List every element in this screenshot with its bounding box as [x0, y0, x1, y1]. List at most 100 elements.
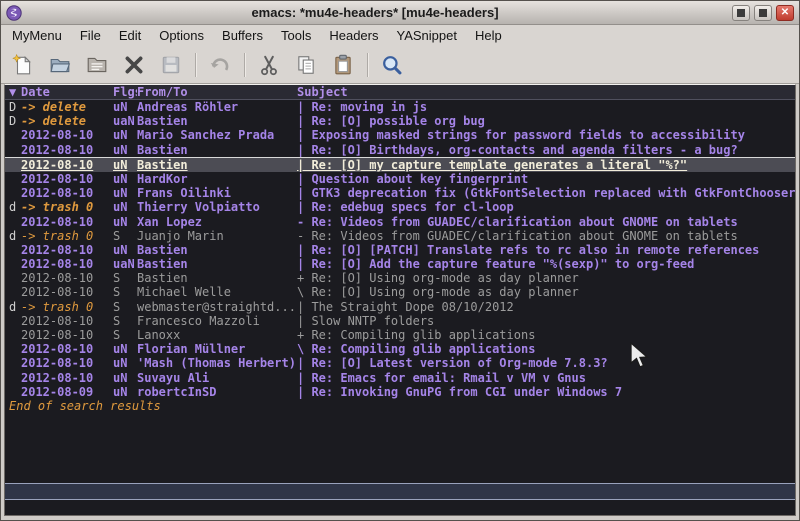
- cut-button[interactable]: [253, 50, 285, 80]
- search-icon: [381, 54, 403, 76]
- message-row[interactable]: d -> trash 0 uN Thierry Volpiatto | Re: …: [5, 200, 795, 214]
- message-flags: uN: [113, 385, 137, 399]
- message-row[interactable]: D -> delete uN Andreas Röhler | Re: movi…: [5, 100, 795, 114]
- message-row[interactable]: 2012-08-10 S Lanoxx + Re: Compiling glib…: [5, 328, 795, 342]
- menu-yasnippet[interactable]: YASnippet: [387, 26, 465, 45]
- menu-mymenu[interactable]: MyMenu: [3, 26, 71, 45]
- message-row[interactable]: 2012-08-10 S Francesco Mazzoli | Slow NN…: [5, 314, 795, 328]
- message-row[interactable]: 2012-08-10 uN Bastien | Re: [O] [PATCH] …: [5, 243, 795, 257]
- message-date: -> trash 0: [21, 300, 113, 314]
- message-mark: [5, 371, 21, 385]
- menu-tools[interactable]: Tools: [272, 26, 320, 45]
- toolbar-separator: [244, 53, 246, 77]
- save-button[interactable]: [155, 50, 187, 80]
- message-from: Suvayu Ali: [137, 371, 297, 385]
- message-from: Francesco Mazzoli: [137, 314, 297, 328]
- message-row[interactable]: 2012-08-10 uN Mario Sanchez Prada | Expo…: [5, 128, 795, 142]
- message-mark: [5, 158, 21, 172]
- message-date: 2012-08-10: [21, 143, 113, 157]
- new-file-button[interactable]: [7, 50, 39, 80]
- dired-button[interactable]: [81, 50, 113, 80]
- menu-buffers[interactable]: Buffers: [213, 26, 272, 45]
- titlebar[interactable]: emacs: *mu4e-headers* [mu4e-headers] ✕: [1, 1, 799, 25]
- message-row-current[interactable]: 2012-08-10 uN Bastien | Re: [O] my captu…: [5, 157, 795, 172]
- message-flags: uN: [113, 371, 137, 385]
- column-date[interactable]: Date: [21, 85, 113, 99]
- message-date: 2012-08-10: [21, 128, 113, 142]
- message-subject: \ Re: [O] Using org-mode as day planner: [297, 285, 795, 299]
- menu-edit[interactable]: Edit: [110, 26, 150, 45]
- column-subject[interactable]: Subject: [297, 85, 795, 99]
- message-date: 2012-08-10: [21, 314, 113, 328]
- undo-icon: [209, 54, 231, 76]
- message-date: 2012-08-10: [21, 285, 113, 299]
- message-flags: uN: [113, 143, 137, 157]
- message-row[interactable]: 2012-08-10 S Michael Welle \ Re: [O] Usi…: [5, 285, 795, 299]
- message-mark: [5, 328, 21, 342]
- message-date: 2012-08-10: [21, 186, 113, 200]
- minimize-button[interactable]: [732, 5, 750, 21]
- search-button[interactable]: [376, 50, 408, 80]
- message-date: -> delete: [21, 100, 113, 114]
- emacs-icon: [6, 5, 22, 21]
- open-file-button[interactable]: [44, 50, 76, 80]
- column-from[interactable]: From/To: [137, 85, 297, 99]
- headers-column-header[interactable]: ▼ Date Flgs From/To Subject: [5, 85, 795, 100]
- echo-area[interactable]: [5, 500, 795, 515]
- message-subject: | Re: [O] possible org bug: [297, 114, 795, 128]
- message-subject: | Re: moving in js: [297, 100, 795, 114]
- message-row[interactable]: D -> delete uaN Bastien | Re: [O] possib…: [5, 114, 795, 128]
- message-row[interactable]: 2012-08-10 S Bastien + Re: [O] Using org…: [5, 271, 795, 285]
- message-from: Lanoxx: [137, 328, 297, 342]
- message-row[interactable]: 2012-08-10 uaN Bastien | Re: [O] Add the…: [5, 257, 795, 271]
- message-row[interactable]: d -> trash 0 S Juanjo Marin - Re: Videos…: [5, 229, 795, 243]
- menu-headers[interactable]: Headers: [320, 26, 387, 45]
- message-row[interactable]: 2012-08-10 uN HardKor | Question about k…: [5, 172, 795, 186]
- sort-indicator-icon: ▼: [5, 85, 21, 99]
- close-button[interactable]: ✕: [776, 5, 794, 21]
- undo-button[interactable]: [204, 50, 236, 80]
- emacs-window: emacs: *mu4e-headers* [mu4e-headers] ✕ M…: [0, 0, 800, 521]
- copy-icon: [295, 54, 317, 76]
- message-flags: S: [113, 300, 137, 314]
- message-subject: | Re: edebug specs for cl-loop: [297, 200, 795, 214]
- message-row[interactable]: 2012-08-10 uN Bastien | Re: [O] Birthday…: [5, 143, 795, 157]
- message-row[interactable]: 2012-08-10 uN Xan Lopez - Re: Videos fro…: [5, 215, 795, 229]
- message-mark: [5, 314, 21, 328]
- message-date: -> trash 0: [21, 200, 113, 214]
- maximize-button[interactable]: [754, 5, 772, 21]
- message-row[interactable]: d -> trash 0 S webmaster@straightd... | …: [5, 300, 795, 314]
- menu-file[interactable]: File: [71, 26, 110, 45]
- message-date: 2012-08-10: [21, 172, 113, 186]
- message-row[interactable]: 2012-08-10 uN 'Mash (Thomas Herbert) | R…: [5, 356, 795, 370]
- window-title: emacs: *mu4e-headers* [mu4e-headers]: [22, 5, 728, 20]
- menubar: MyMenu File Edit Options Buffers Tools H…: [1, 25, 799, 46]
- message-mark: [5, 285, 21, 299]
- maximize-icon: [759, 9, 767, 17]
- message-flags: uN: [113, 356, 137, 370]
- mu4e-headers-buffer[interactable]: ▼ Date Flgs From/To Subject D -> delete …: [4, 84, 796, 516]
- message-flags: uN: [113, 128, 137, 142]
- kill-buffer-icon: [123, 54, 145, 76]
- column-flags[interactable]: Flgs: [113, 85, 137, 99]
- message-row[interactable]: 2012-08-09 uN robertcInSD | Re: Invoking…: [5, 385, 795, 399]
- message-flags: uN: [113, 158, 137, 172]
- message-row[interactable]: 2012-08-10 uN Frans Oilinki | GTK3 depre…: [5, 186, 795, 200]
- end-of-search-results: End of search results: [5, 399, 795, 414]
- message-subject: | Re: Invoking GnuPG from CGI under Wind…: [297, 385, 795, 399]
- message-row[interactable]: 2012-08-10 uN Suvayu Ali | Re: Emacs for…: [5, 371, 795, 385]
- save-icon: [160, 54, 182, 76]
- message-from: Florian Müllner: [137, 342, 297, 356]
- message-mark: d: [5, 229, 21, 243]
- kill-buffer-button[interactable]: [118, 50, 150, 80]
- toolbar-separator: [195, 53, 197, 77]
- paste-button[interactable]: [327, 50, 359, 80]
- message-flags: uN: [113, 172, 137, 186]
- message-from: Bastien: [137, 271, 297, 285]
- message-subject: - Re: Videos from GUADEC/clarification a…: [297, 229, 795, 243]
- message-row[interactable]: 2012-08-10 uN Florian Müllner \ Re: Comp…: [5, 342, 795, 356]
- message-flags: uN: [113, 215, 137, 229]
- menu-options[interactable]: Options: [150, 26, 213, 45]
- menu-help[interactable]: Help: [466, 26, 511, 45]
- copy-button[interactable]: [290, 50, 322, 80]
